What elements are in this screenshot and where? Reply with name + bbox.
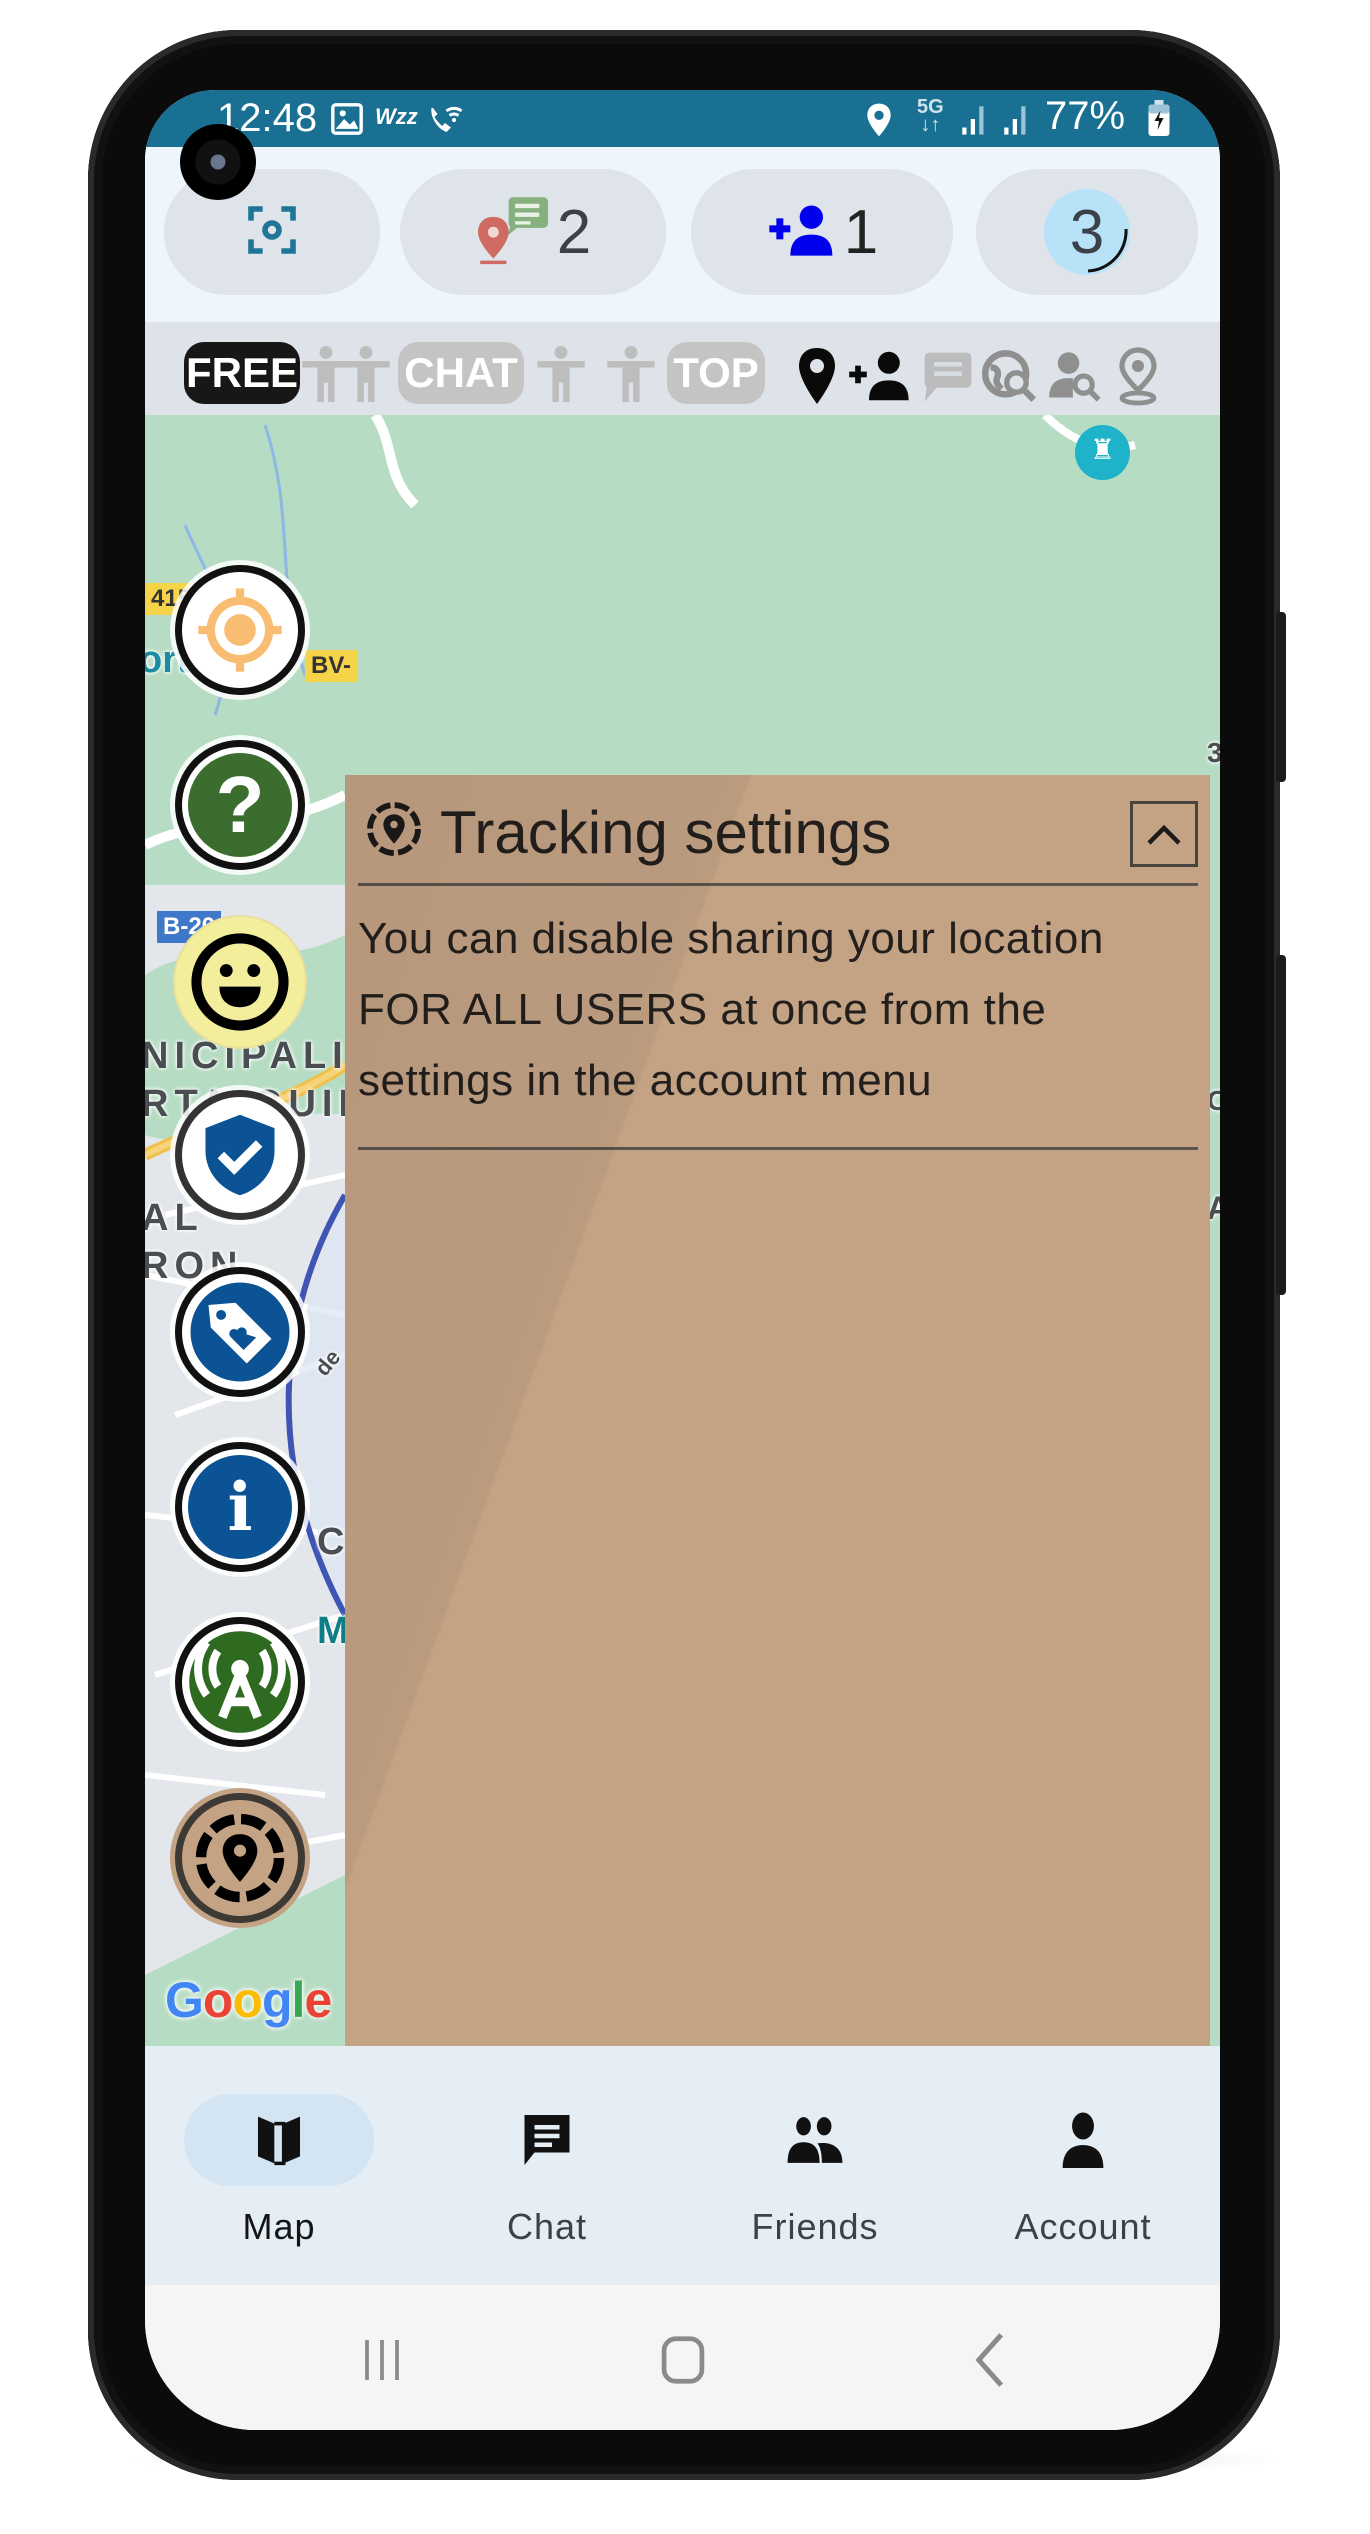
- wifi-calling-icon: [425, 102, 465, 148]
- location-icon: [865, 102, 893, 148]
- panel-header-divider: [358, 883, 1198, 886]
- bottom-navigation: Map Chat Friends Account: [145, 2046, 1220, 2285]
- countdown-icon: 3: [1044, 189, 1130, 275]
- broadcast-button[interactable]: [175, 1617, 305, 1747]
- panel-body-line: You can disable sharing your location: [358, 914, 1104, 963]
- location-pin-icon[interactable]: [1110, 346, 1166, 406]
- volume-button: [1276, 955, 1286, 1295]
- panel-title: Tracking settings: [440, 799, 892, 866]
- wizz-icon: Wzz: [375, 104, 418, 129]
- help-button[interactable]: ?: [175, 740, 305, 870]
- smiley-icon: [191, 933, 289, 1031]
- map-view[interactable]: 415 BV- B-20 ort NICIPALIT RTA-GUIN AL R…: [145, 415, 1220, 2046]
- filter-chip-row: FREE CHAT TOP: [145, 322, 1220, 415]
- 5g-icon: 5G ↓↑: [917, 96, 944, 136]
- favorites-button[interactable]: [175, 1267, 305, 1397]
- map-label-right-1: 3: [1207, 737, 1220, 768]
- recent-apps-button[interactable]: [342, 2325, 422, 2395]
- status-bar: 12:48 Wzz 5G ↓↑ 77%: [145, 90, 1220, 147]
- system-navigation-bar: [145, 2285, 1220, 2430]
- gps-target-icon: [198, 588, 282, 672]
- nav-friends-label: Friends: [751, 2206, 879, 2247]
- chevron-up-icon: [1147, 824, 1181, 845]
- power-button: [1276, 612, 1286, 782]
- nav-map-indicator: [184, 2094, 374, 2186]
- group-icon: [787, 2117, 843, 2163]
- map-label-district-1: AL: [145, 1197, 204, 1239]
- friend-requests-count: 1: [843, 197, 879, 267]
- person-icon: [342, 346, 390, 402]
- nav-map-label: Map: [242, 2206, 316, 2247]
- google-attribution: Google: [165, 1972, 332, 2028]
- nav-account-indicator: [988, 2094, 1178, 2186]
- recent-apps-icon: [365, 2340, 399, 2380]
- nav-map[interactable]: Map: [145, 2046, 413, 2285]
- tag-heart-icon: [190, 1282, 290, 1382]
- chip-chat[interactable]: CHAT: [398, 342, 524, 404]
- map-label-c: C: [317, 1521, 345, 1563]
- phone-screen: 12:48 Wzz 5G ↓↑ 77% 2 1 3 FREE CHAT TOP …: [145, 90, 1220, 2430]
- top-action-row: 2 1 3: [145, 147, 1220, 322]
- collapse-button[interactable]: [1130, 801, 1198, 867]
- person-search-icon[interactable]: [1047, 346, 1103, 406]
- castle-poi-marker[interactable]: ♜: [1075, 425, 1130, 480]
- nav-chat-indicator: [452, 2094, 642, 2186]
- home-icon: [661, 2336, 705, 2384]
- battery-charging-icon: [1148, 100, 1170, 146]
- chip-top[interactable]: TOP: [667, 342, 765, 404]
- panel-body-line: FOR ALL USERS at once from the: [358, 985, 1047, 1034]
- person-icon: [1062, 2112, 1104, 2168]
- travel-explore-icon[interactable]: [982, 346, 1038, 406]
- location-messages-button[interactable]: 2: [400, 169, 666, 295]
- tracking-icon: [367, 802, 421, 856]
- map-icon: [258, 2116, 300, 2166]
- antenna-icon: [189, 1631, 291, 1733]
- pin-icon[interactable]: [789, 346, 845, 406]
- home-button[interactable]: [643, 2325, 723, 2395]
- info-icon: i: [188, 1455, 292, 1559]
- info-button[interactable]: i: [175, 1442, 305, 1572]
- location-chat-icon: [475, 195, 551, 270]
- comment-icon[interactable]: [920, 346, 976, 406]
- chat-icon: [524, 2115, 570, 2165]
- person-icon: [607, 346, 655, 402]
- gallery-icon: [330, 102, 364, 146]
- tracking-settings-button[interactable]: [175, 1793, 305, 1923]
- question-icon: ?: [188, 753, 292, 857]
- battery-level: 77%: [1045, 94, 1126, 138]
- panel-body: You can disable sharing your location FO…: [358, 903, 1188, 1116]
- panel-body-divider: [358, 1147, 1198, 1150]
- back-icon: [975, 2333, 1004, 2387]
- nav-chat[interactable]: Chat: [413, 2046, 681, 2285]
- map-label-m: M: [317, 1610, 349, 1652]
- mood-button[interactable]: [175, 917, 305, 1047]
- signal-icon: [1002, 102, 1032, 146]
- nav-friends[interactable]: Friends: [681, 2046, 949, 2285]
- nav-chat-label: Chat: [506, 2206, 588, 2247]
- panel-body-line: settings in the account menu: [358, 1056, 933, 1105]
- person-icon: [537, 346, 585, 402]
- chip-free[interactable]: FREE: [184, 342, 300, 404]
- location-messages-count: 2: [556, 197, 592, 267]
- shield-check-icon: [205, 1114, 275, 1196]
- front-camera: [180, 124, 256, 200]
- network-type: 5G: [917, 96, 944, 118]
- security-button[interactable]: [175, 1090, 305, 1220]
- nav-friends-indicator: [720, 2094, 910, 2186]
- person-add-icon: [766, 202, 838, 263]
- center-location-button[interactable]: [175, 565, 305, 695]
- person-add-icon[interactable]: [847, 346, 913, 406]
- road-sign-bv: BV-: [305, 650, 358, 682]
- timer-button[interactable]: 3: [976, 169, 1198, 295]
- friend-requests-button[interactable]: 1: [691, 169, 953, 295]
- panel-header: Tracking settings: [358, 787, 1198, 883]
- nav-account[interactable]: Account: [949, 2046, 1217, 2285]
- tracking-settings-panel: Tracking settings You can disable sharin…: [345, 775, 1210, 2046]
- nav-account-label: Account: [1014, 2206, 1152, 2247]
- tracking-icon: [195, 1813, 285, 1903]
- scan-focus-icon: [244, 202, 300, 263]
- signal-icon: [960, 102, 990, 146]
- back-button[interactable]: [950, 2325, 1030, 2395]
